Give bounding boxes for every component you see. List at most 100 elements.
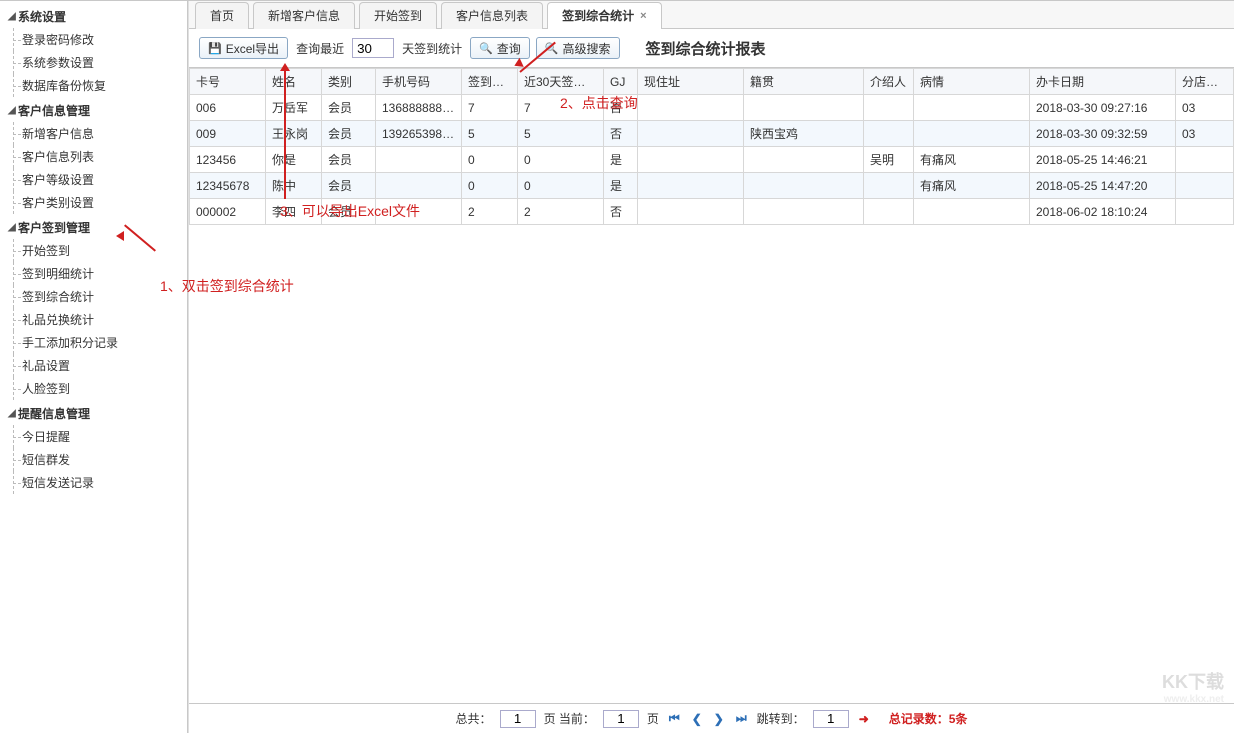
column-header[interactable]: 近30天签到次数	[518, 69, 604, 95]
tab-label: 首页	[210, 3, 234, 29]
column-header[interactable]: 签到次数	[462, 69, 518, 95]
table-cell: 009	[190, 121, 266, 147]
tree-group-label: 客户签到管理	[18, 219, 90, 236]
column-header[interactable]: 类别	[322, 69, 376, 95]
tree-item[interactable]: 短信群发	[0, 448, 187, 471]
tree-item[interactable]: 人脸签到	[0, 377, 187, 400]
table-cell: 5	[518, 121, 604, 147]
table-cell	[914, 95, 1030, 121]
table-cell	[864, 121, 914, 147]
pager-jump-input[interactable]	[813, 710, 849, 728]
table-cell: 会员	[322, 121, 376, 147]
table-cell: 万岳军	[266, 95, 322, 121]
pager-total-input[interactable]	[500, 710, 536, 728]
excel-export-button[interactable]: 💾 Excel导出	[199, 37, 288, 59]
table-cell: 0	[518, 173, 604, 199]
pager-go-button[interactable]: ➜	[857, 712, 871, 726]
table-cell: 吴明	[864, 147, 914, 173]
table-cell: 有痛风	[914, 173, 1030, 199]
table-cell: 0	[462, 147, 518, 173]
table-cell: 2	[462, 199, 518, 225]
column-header[interactable]: GJ	[604, 69, 638, 95]
tree-item[interactable]: 今日提醒	[0, 425, 187, 448]
tab[interactable]: 客户信息列表	[441, 2, 543, 29]
tree-group-header[interactable]: ◢系统设置	[0, 5, 187, 28]
tree-item[interactable]: 礼品设置	[0, 354, 187, 377]
tree-group-label: 提醒信息管理	[18, 405, 90, 422]
chevron-down-icon: ◢	[8, 11, 18, 22]
pager-first-button[interactable]: ⏮	[667, 711, 682, 726]
table-cell	[638, 173, 744, 199]
search-label: 查询	[497, 40, 521, 57]
column-header[interactable]: 介绍人	[864, 69, 914, 95]
table-cell: 会员	[322, 147, 376, 173]
column-header[interactable]: 办卡日期	[1030, 69, 1176, 95]
search-button[interactable]: 🔍 查询	[470, 37, 530, 59]
table-cell: 03	[1176, 95, 1234, 121]
tree-item[interactable]: 客户等级设置	[0, 168, 187, 191]
pager-last-button[interactable]: ⏭	[734, 711, 749, 726]
table-cell	[1176, 173, 1234, 199]
tab-bar: 首页新增客户信息开始签到客户信息列表签到综合统计×	[189, 1, 1234, 29]
tab-label: 签到综合统计	[562, 3, 634, 29]
close-icon[interactable]: ×	[640, 3, 646, 29]
table-cell	[638, 95, 744, 121]
column-header[interactable]: 病情	[914, 69, 1030, 95]
tree-item[interactable]: 短信发送记录	[0, 471, 187, 494]
tree-item[interactable]: 系统参数设置	[0, 51, 187, 74]
pager-prev-button[interactable]: ❮	[690, 712, 704, 726]
table-row[interactable]: 12345678陈中会员00是有痛风2018-05-25 14:47:20	[190, 173, 1234, 199]
table-wrap: 卡号姓名类别手机号码签到次数近30天签到次数GJ现住址籍贯介绍人病情办卡日期分店…	[189, 68, 1234, 703]
column-header[interactable]: 卡号	[190, 69, 266, 95]
tree-item[interactable]: 签到明细统计	[0, 262, 187, 285]
table-cell: 王永岗	[266, 121, 322, 147]
table-cell	[638, 147, 744, 173]
table-cell	[376, 147, 462, 173]
pager-page-label: 页 当前：	[544, 710, 595, 727]
table-cell	[744, 95, 864, 121]
tab[interactable]: 签到综合统计×	[547, 2, 661, 29]
table-row[interactable]: 006万岳军会员1368888888877否2018-03-30 09:27:1…	[190, 95, 1234, 121]
pager-jump-label: 跳转到：	[757, 710, 805, 727]
tab[interactable]: 首页	[195, 2, 249, 29]
tree-item[interactable]: 礼品兑换统计	[0, 308, 187, 331]
column-header[interactable]: 分店编号	[1176, 69, 1234, 95]
column-header[interactable]: 籍贯	[744, 69, 864, 95]
pager-next-button[interactable]: ❯	[712, 712, 726, 726]
tree-group-header[interactable]: ◢客户签到管理	[0, 216, 187, 239]
tree-item[interactable]: 新增客户信息	[0, 122, 187, 145]
table-cell	[864, 173, 914, 199]
column-header[interactable]: 姓名	[266, 69, 322, 95]
table-cell	[376, 199, 462, 225]
pager-current-input[interactable]	[603, 710, 639, 728]
tree-item[interactable]: 数据库备份恢复	[0, 74, 187, 97]
pager: 总共： 页 当前： 页 ⏮ ❮ ❯ ⏭ 跳转到： ➜ 总记录数：5条	[189, 703, 1234, 733]
table-cell: 是	[604, 173, 638, 199]
table-row[interactable]: 123456你是会员00是吴明有痛风2018-05-25 14:46:21	[190, 147, 1234, 173]
table-cell: 李四	[266, 199, 322, 225]
save-icon: 💾	[208, 42, 222, 55]
tree-item[interactable]: 开始签到	[0, 239, 187, 262]
tab-label: 开始签到	[374, 3, 422, 29]
days-input[interactable]	[352, 38, 394, 58]
tree-item[interactable]: 手工添加积分记录	[0, 331, 187, 354]
table-row[interactable]: 009王永岗会员1392653987455否陕西宝鸡2018-03-30 09:…	[190, 121, 1234, 147]
tree-item[interactable]: 登录密码修改	[0, 28, 187, 51]
table-cell: 2018-03-30 09:32:59	[1030, 121, 1176, 147]
tree-item[interactable]: 客户信息列表	[0, 145, 187, 168]
table-cell	[914, 199, 1030, 225]
tree-group-header[interactable]: ◢提醒信息管理	[0, 402, 187, 425]
table-row[interactable]: 000002李四会员22否2018-06-02 18:10:24	[190, 199, 1234, 225]
tree-group-header[interactable]: ◢客户信息管理	[0, 99, 187, 122]
tree-item[interactable]: 客户类别设置	[0, 191, 187, 214]
tree-item[interactable]: 签到综合统计	[0, 285, 187, 308]
column-header[interactable]: 手机号码	[376, 69, 462, 95]
table-cell: 2018-03-30 09:27:16	[1030, 95, 1176, 121]
table-cell: 2018-05-25 14:46:21	[1030, 147, 1176, 173]
column-header[interactable]: 现住址	[638, 69, 744, 95]
tab[interactable]: 开始签到	[359, 2, 437, 29]
tab[interactable]: 新增客户信息	[253, 2, 355, 29]
table-cell: 有痛风	[914, 147, 1030, 173]
sidebar: ◢系统设置登录密码修改系统参数设置数据库备份恢复◢客户信息管理新增客户信息客户信…	[0, 1, 188, 733]
advanced-search-button[interactable]: 🔍 高级搜索	[536, 37, 620, 59]
